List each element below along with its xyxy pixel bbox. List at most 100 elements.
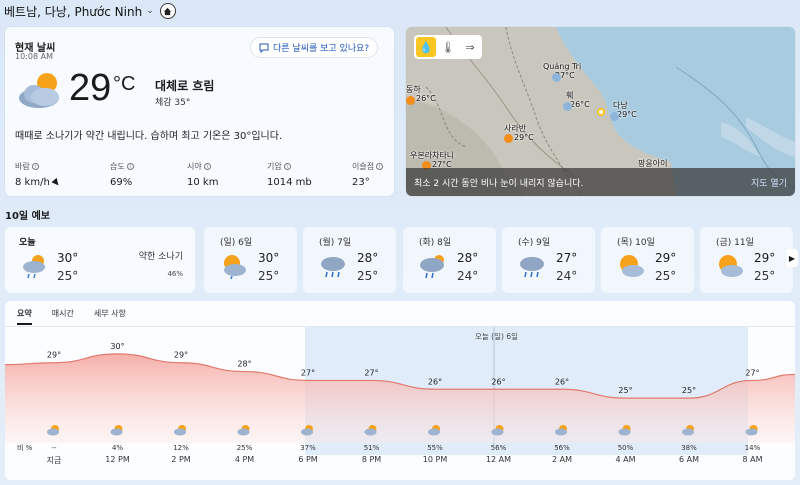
wind-layer-button[interactable]: ⇒: [460, 37, 480, 57]
precip-row-label: 비 %: [17, 443, 33, 452]
other-weather-label: 다른 날씨를 보고 있나요?: [273, 44, 370, 54]
day-low: 24°: [457, 269, 479, 283]
metric-value: 10 km: [187, 177, 219, 188]
time-tick: 10 PM: [422, 455, 448, 464]
chevron-down-icon: ⌄: [146, 6, 154, 16]
hourly-chart[interactable]: 오늘 (일) 6일 29° 30° 29° 28° 27° 27° 26° 26° 26° 25° 2…: [5, 327, 795, 455]
precip-value: 12%: [173, 444, 189, 452]
time-tick: 12 PM: [105, 455, 130, 464]
day-high: 28°: [457, 251, 479, 265]
city-name: 다낭: [613, 101, 628, 110]
day-label: (금) 11일: [716, 238, 754, 248]
day-precip: 46%: [167, 270, 183, 278]
time-tick: 지금: [46, 456, 62, 465]
info-icon[interactable]: i: [31, 163, 39, 170]
precip-value: 37%: [300, 444, 316, 452]
location-selector[interactable]: 베트남, 다낭, Phước Ninh ⌄: [4, 3, 154, 20]
city-name: 팡응아이: [638, 159, 668, 168]
day-low: 25°: [357, 269, 379, 283]
partly-cloudy-rain-icon: [224, 255, 246, 279]
home-button[interactable]: [159, 3, 176, 19]
current-condition: 대체로 흐림: [155, 79, 215, 93]
other-weather-button[interactable]: 다른 날씨를 보고 있나요?: [250, 37, 379, 58]
forecast-day[interactable]: (목) 10일 29° 25°: [601, 227, 694, 293]
temp-label: 26°: [428, 377, 442, 386]
day-high: 30°: [57, 251, 79, 265]
day-label: 오늘: [19, 238, 36, 248]
day-low: 24°: [556, 269, 578, 283]
day-description: 약한 소나기: [138, 252, 183, 262]
temp-label: 25°: [682, 386, 696, 395]
tab-summary[interactable]: 요약: [17, 308, 32, 325]
metric-label: 습도: [110, 162, 125, 171]
current-time: 10:08 AM: [15, 52, 53, 61]
map-city-quang-ngai[interactable]: 팡응아이: [638, 159, 667, 168]
day-high: 29°: [655, 251, 677, 265]
day-low: 25°: [754, 269, 776, 283]
map-city-quang-tri[interactable]: Quảng Trị 27°C: [543, 62, 581, 80]
forecast-day[interactable]: (화) 8일 28° 24°: [403, 227, 496, 293]
temp-label: 29°: [174, 351, 188, 360]
day-label: (일) 6일: [220, 238, 253, 248]
temp-label: 30°: [110, 342, 124, 351]
time-tick: 2 PM: [171, 455, 191, 464]
precip-value: 56%: [491, 444, 507, 452]
open-map-link[interactable]: 지도 열기: [751, 176, 787, 189]
time-tick: 4 AM: [615, 455, 636, 464]
info-icon[interactable]: i: [126, 163, 134, 170]
tab-details[interactable]: 세부 사항: [94, 308, 126, 325]
metric-humidity: 습도 i 69%: [110, 161, 134, 188]
forecast-day[interactable]: (수) 9일 27° 24°: [502, 227, 595, 293]
temp-label: 27°: [301, 368, 315, 377]
forecast-next-button[interactable]: ▶: [786, 249, 798, 267]
temp-label: 27°: [745, 368, 759, 377]
temperature-unit[interactable]: °C: [113, 73, 135, 96]
rain-cloud-icon: [520, 257, 544, 278]
city-temp: 27°C: [555, 71, 575, 80]
metric-value: 23°: [352, 177, 370, 188]
metric-label: 바람: [15, 162, 30, 171]
precipitation-layer-button[interactable]: 💧: [416, 37, 436, 57]
precip-value: --: [51, 444, 57, 452]
day-low: 25°: [57, 269, 79, 283]
metric-visibility: 시야 i 10 km: [187, 161, 218, 188]
precip-value: 50%: [618, 444, 634, 452]
forecast-day[interactable]: (일) 6일 30° 25°: [204, 227, 297, 293]
city-name: 동하: [406, 85, 421, 94]
droplet-icon: 💧: [419, 40, 433, 54]
precip-value: 56%: [554, 444, 570, 452]
info-icon[interactable]: i: [376, 163, 384, 170]
rain-cloud-sun-icon: [420, 255, 444, 279]
chat-icon: [259, 43, 269, 53]
time-tick: 12 AM: [485, 455, 512, 464]
weather-pin-icon: [552, 73, 561, 82]
precip-value: 55%: [427, 444, 443, 452]
city-name: 우본라차타니: [410, 151, 455, 160]
tab-hourly[interactable]: 매시간: [52, 308, 74, 325]
map-city-ubon[interactable]: 우본라차타니 27°C: [410, 151, 454, 169]
forecast-title: 10일 예보: [5, 211, 50, 222]
precip-value: 14%: [745, 444, 761, 452]
rain-cloud-icon: [321, 257, 345, 278]
forecast-day-today[interactable]: 오늘 30° 25° 약한 소나기 46%: [5, 227, 195, 293]
time-tick: 4 PM: [234, 455, 255, 464]
info-icon[interactable]: i: [283, 163, 291, 170]
weather-summary: 때때로 소나기가 약간 내립니다. 습하며 최고 기온은 30°입니다.: [15, 131, 283, 142]
metric-value: 8 km/h: [15, 177, 50, 188]
current-temperature: 29: [69, 67, 112, 109]
partly-cloudy-icon: [719, 255, 743, 277]
day-label: (화) 8일: [419, 238, 452, 248]
current-location-icon: [597, 108, 605, 116]
forecast-day[interactable]: (월) 7일 28° 25°: [303, 227, 396, 293]
weather-map[interactable]: 💧 🌡 ⇒ Quảng Trị 27°C 훼 26°C 동하 26°C 다낭 29°C …: [406, 27, 795, 196]
day-high: 27°: [556, 251, 578, 265]
precip-value: 4%: [112, 444, 123, 452]
forecast-day[interactable]: (금) 11일 29° 25°: [700, 227, 793, 293]
temperature-layer-button[interactable]: 🌡: [438, 37, 458, 57]
info-icon[interactable]: i: [203, 163, 211, 170]
day-label: (목) 10일: [617, 238, 655, 248]
mostly-cloudy-icon: [19, 73, 59, 108]
metric-value: 1014 mb: [267, 177, 312, 188]
precip-value: 38%: [681, 444, 697, 452]
day-high: 29°: [754, 251, 776, 265]
